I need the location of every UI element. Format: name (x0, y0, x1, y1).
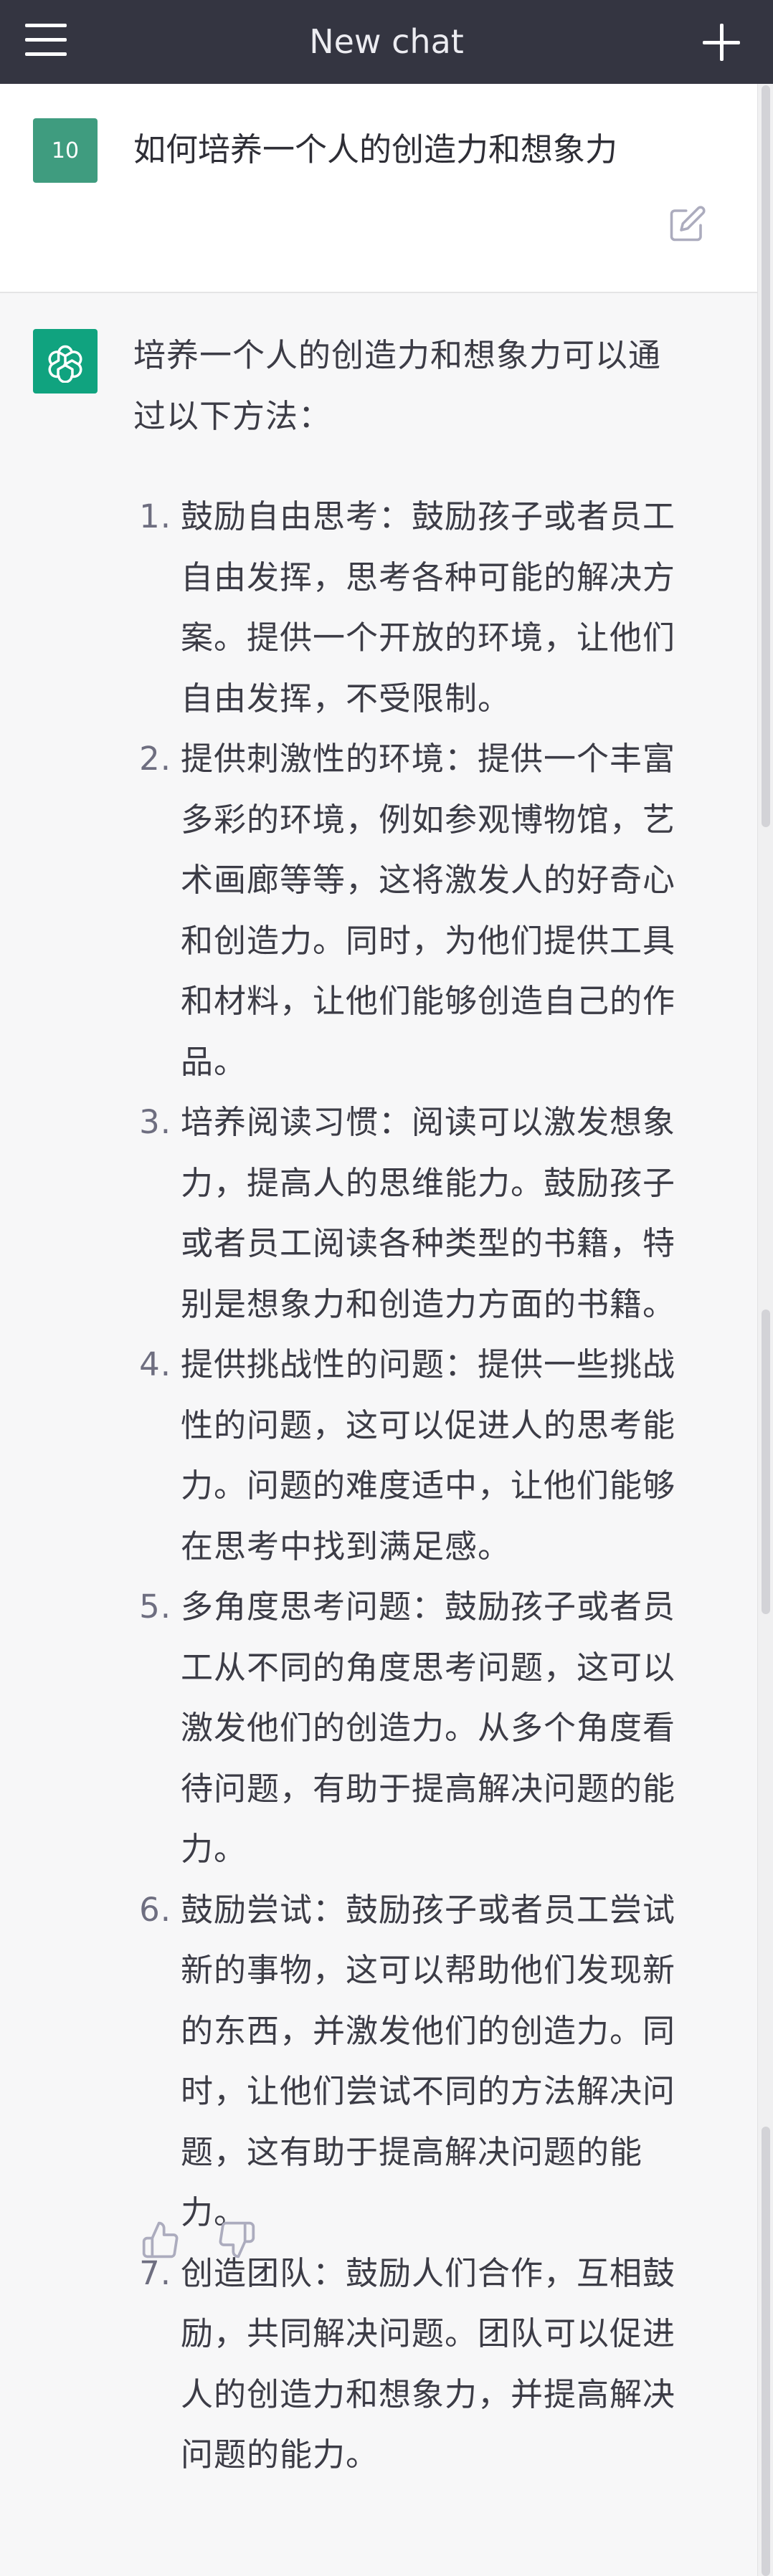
list-line: 鼓励自由思考：鼓励孩子或者员工 (181, 497, 676, 535)
list-line: 和材料，让他们能够创造自己的作 (181, 982, 676, 1020)
list-item: 6. 鼓励尝试：鼓励孩子或者员工尝试 新的事物，这可以帮助他们发现新 的东西，并… (133, 1880, 707, 2243)
list-number: 4. (139, 1345, 171, 1383)
user-message: 10 如何培养一个人的创造力和想象力 (0, 84, 757, 293)
list-line: 力，提高人的思维能力。鼓励孩子 (181, 1163, 676, 1202)
list-line: 和创造力。同时，为他们提供工具 (181, 921, 676, 960)
list-number: 1. (139, 497, 171, 535)
user-message-text: 如何培养一个人的创造力和想象力 (133, 130, 618, 168)
list-item: 5. 多角度思考问题：鼓励孩子或者员 工从不同的角度思考问题，这可以 激发他们的… (133, 1577, 707, 1880)
user-avatar: 10 (33, 118, 98, 183)
list-line: 励，共同解决问题。团队可以促进 (181, 2314, 676, 2352)
list-line: 多角度思考问题：鼓励孩子或者员 (181, 1588, 676, 1626)
list-line: 问题的能力。 (181, 2436, 379, 2474)
list-line: 创造团队：鼓励人们合作，互相鼓 (181, 2253, 676, 2292)
scrollbar-thumb[interactable] (762, 1310, 770, 1614)
list-item: 3. 培养阅读习惯：阅读可以激发想象 力，提高人的思维能力。鼓励孩子 或者员工阅… (133, 1092, 707, 1335)
assistant-message: 培养一个人的创造力和想象力可以通 过以下方法： 1. 鼓励自由思考：鼓励孩子或者… (0, 293, 757, 2576)
list-line: 性的问题，这可以促进人的思考能 (181, 1406, 676, 1444)
list-line: 提供刺激性的环境：提供一个丰富 (181, 740, 676, 778)
list-line: 激发他们的创造力。从多个角度看 (181, 1709, 676, 1747)
scrollbar[interactable] (757, 84, 773, 2576)
list-line: 提供挑战性的问题：提供一些挑战 (181, 1345, 676, 1383)
list-line: 工从不同的角度思考问题，这可以 (181, 1648, 676, 1687)
list-line: 人的创造力和想象力，并提高解决 (181, 2375, 676, 2413)
openai-logo-icon (33, 329, 98, 393)
list-line: 或者员工阅读各种类型的书籍，特 (181, 1224, 676, 1262)
list-number: 2. (139, 740, 171, 778)
list-item: 1. 鼓励自由思考：鼓励孩子或者员工 自由发挥，思考各种可能的解决方 案。提供一… (133, 487, 707, 729)
scrollbar-thumb[interactable] (762, 85, 770, 827)
list-item: 4. 提供挑战性的问题：提供一些挑战 性的问题，这可以促进人的思考能 力。问题的… (133, 1335, 707, 1577)
list-line: 的东西，并激发他们的创造力。同 (181, 2011, 676, 2050)
list-line: 自由发挥，思考各种可能的解决方 (181, 558, 676, 596)
scrollbar-thumb[interactable] (762, 2127, 770, 2576)
method-list: 1. 鼓励自由思考：鼓励孩子或者员工 自由发挥，思考各种可能的解决方 案。提供一… (133, 487, 707, 2486)
list-line: 案。提供一个开放的环境，让他们 (181, 619, 676, 657)
list-line: 待问题，有助于提高解决问题的能 (181, 1769, 676, 1808)
intro-line: 过以下方法： (133, 396, 332, 435)
intro-line: 培养一个人的创造力和想象力可以通 (133, 336, 662, 374)
list-line: 品。 (181, 1042, 247, 1081)
top-bar: New chat (0, 0, 773, 84)
list-line: 术画廊等等，这将激发人的好奇心 (181, 861, 676, 899)
list-line: 力。 (181, 1830, 247, 1868)
list-number: 6. (139, 1890, 171, 1929)
chat-title: New chat (309, 22, 464, 61)
list-line: 题，这有助于提高解决问题的能 (181, 2132, 643, 2171)
list-line: 鼓励尝试：鼓励孩子或者员工尝试 (181, 1890, 676, 1929)
list-line: 别是想象力和创造力方面的书籍。 (181, 1284, 676, 1323)
list-line: 培养阅读习惯：阅读可以激发想象 (181, 1103, 676, 1141)
assistant-message-text: 培养一个人的创造力和想象力可以通 过以下方法： 1. 鼓励自由思考：鼓励孩子或者… (133, 325, 707, 2486)
list-item: 7. 创造团队：鼓励人们合作，互相鼓 励，共同解决问题。团队可以促进 人的创造力… (133, 2243, 707, 2486)
assistant-intro: 培养一个人的创造力和想象力可以通 过以下方法： (133, 325, 707, 447)
feedback-buttons (141, 2220, 257, 2263)
list-line: 新的事物，这可以帮助他们发现新 (181, 1951, 676, 1989)
list-item: 2. 提供刺激性的环境：提供一个丰富 多彩的环境，例如参观博物馆，艺 术画廊等等… (133, 729, 707, 1092)
list-line: 时，让他们尝试不同的方法解决问 (181, 2072, 676, 2110)
list-line: 力。问题的难度适中，让他们能够 (181, 1466, 676, 1504)
new-chat-plus-icon[interactable] (703, 24, 740, 61)
thumbs-up-icon[interactable] (141, 2220, 181, 2260)
list-line: 自由发挥，不受限制。 (181, 679, 511, 717)
list-line: 力。 (181, 2193, 247, 2231)
list-line: 多彩的环境，例如参观博物馆，艺 (181, 800, 676, 839)
list-number: 3. (139, 1103, 171, 1141)
list-line: 在思考中找到满足感。 (181, 1527, 511, 1565)
list-number: 5. (139, 1588, 171, 1626)
edit-icon[interactable] (668, 204, 707, 243)
thumbs-down-icon[interactable] (217, 2220, 257, 2260)
